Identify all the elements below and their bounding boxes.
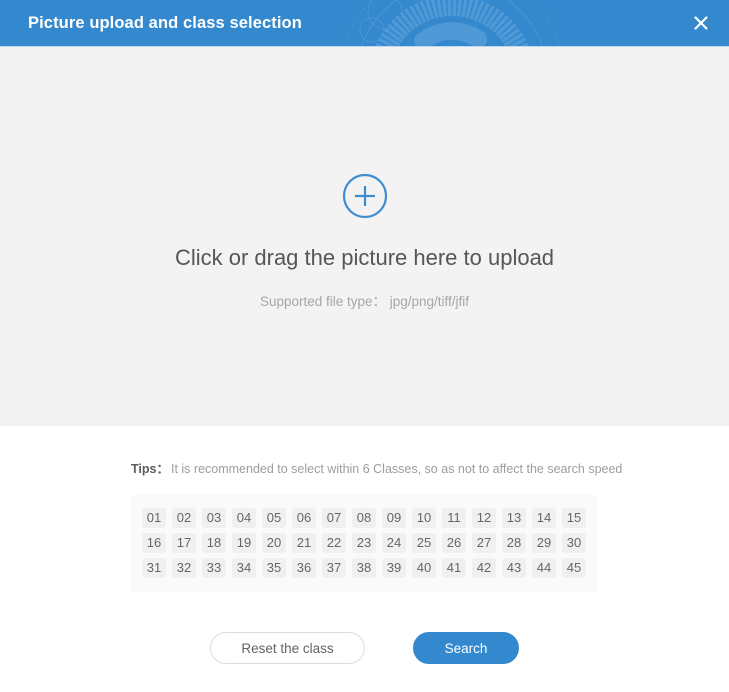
class-chip[interactable]: 07 xyxy=(322,507,346,528)
class-chip[interactable]: 15 xyxy=(562,507,586,528)
class-chip[interactable]: 25 xyxy=(412,532,436,553)
class-chip[interactable]: 40 xyxy=(412,557,436,578)
class-chip[interactable]: 28 xyxy=(502,532,526,553)
class-chip[interactable]: 29 xyxy=(532,532,556,553)
upload-filetype-hint: Supported file type： jpg/png/tiff/jfif xyxy=(259,294,470,309)
class-chip[interactable]: 16 xyxy=(142,532,166,553)
class-chip[interactable]: 08 xyxy=(352,507,376,528)
class-chip[interactable]: 21 xyxy=(292,532,316,553)
class-chip[interactable]: 33 xyxy=(202,557,226,578)
picture-upload-dialog: Picture upload and class selection Click… xyxy=(0,0,729,692)
class-chip[interactable]: 39 xyxy=(382,557,406,578)
class-chip[interactable]: 35 xyxy=(262,557,286,578)
class-chip[interactable]: 32 xyxy=(172,557,196,578)
class-chip[interactable]: 31 xyxy=(142,557,166,578)
class-chip[interactable]: 20 xyxy=(262,532,286,553)
class-grid-container: 01 02 03 04 05 06 07 08 09 10 11 12 13 14 15 16 17 18 19 20… xyxy=(131,495,597,592)
class-chip[interactable]: 09 xyxy=(382,507,406,528)
class-chip[interactable]: 12 xyxy=(472,507,496,528)
class-chip[interactable]: 43 xyxy=(502,557,526,578)
close-button[interactable] xyxy=(687,9,715,37)
plus-circle-icon[interactable] xyxy=(342,173,388,219)
class-chip[interactable]: 26 xyxy=(442,532,466,553)
reset-class-button[interactable]: Reset the class xyxy=(210,632,365,664)
class-chip[interactable]: 13 xyxy=(502,507,526,528)
close-icon xyxy=(694,16,708,30)
class-chip[interactable]: 18 xyxy=(202,532,226,553)
class-chip[interactable]: 01 xyxy=(142,507,166,528)
class-chip[interactable]: 30 xyxy=(562,532,586,553)
upload-dropzone[interactable]: Click or drag the picture here to upload… xyxy=(0,47,729,426)
class-grid: 01 02 03 04 05 06 07 08 09 10 11 12 13 14 15 16 17 18 19 20… xyxy=(139,505,589,580)
class-chip[interactable]: 42 xyxy=(472,557,496,578)
tips-row: Tips： It is recommended to select within … xyxy=(131,458,622,477)
class-chip[interactable]: 14 xyxy=(532,507,556,528)
class-chip[interactable]: 05 xyxy=(262,507,286,528)
class-chip[interactable]: 17 xyxy=(172,532,196,553)
dialog-header: Picture upload and class selection xyxy=(0,0,729,46)
search-button[interactable]: Search xyxy=(413,632,519,664)
plus-circle-icon-glyph xyxy=(342,173,387,219)
class-chip[interactable]: 11 xyxy=(442,507,466,528)
class-selection-section: Tips： It is recommended to select within … xyxy=(0,426,729,692)
class-chip[interactable]: 06 xyxy=(292,507,316,528)
class-chip[interactable]: 03 xyxy=(202,507,226,528)
class-chip[interactable]: 45 xyxy=(562,557,586,578)
class-chip[interactable]: 19 xyxy=(232,532,256,553)
class-chip[interactable]: 34 xyxy=(232,557,256,578)
class-chip[interactable]: 02 xyxy=(172,507,196,528)
class-chip[interactable]: 22 xyxy=(322,532,346,553)
class-chip[interactable]: 24 xyxy=(382,532,406,553)
class-chip[interactable]: 36 xyxy=(292,557,316,578)
class-chip[interactable]: 38 xyxy=(352,557,376,578)
dialog-actions: Reset the class Search xyxy=(0,632,729,664)
class-chip[interactable]: 04 xyxy=(232,507,256,528)
tips-label: Tips： xyxy=(131,462,169,476)
class-chip[interactable]: 37 xyxy=(322,557,346,578)
class-chip[interactable]: 44 xyxy=(532,557,556,578)
tips-message: It is recommended to select within 6 Cla… xyxy=(170,462,623,476)
dialog-title: Picture upload and class selection xyxy=(28,14,302,32)
upload-primary-label: Click or drag the picture here to upload xyxy=(174,245,555,270)
class-chip[interactable]: 10 xyxy=(412,507,436,528)
class-chip[interactable]: 41 xyxy=(442,557,466,578)
class-chip[interactable]: 23 xyxy=(352,532,376,553)
class-chip[interactable]: 27 xyxy=(472,532,496,553)
